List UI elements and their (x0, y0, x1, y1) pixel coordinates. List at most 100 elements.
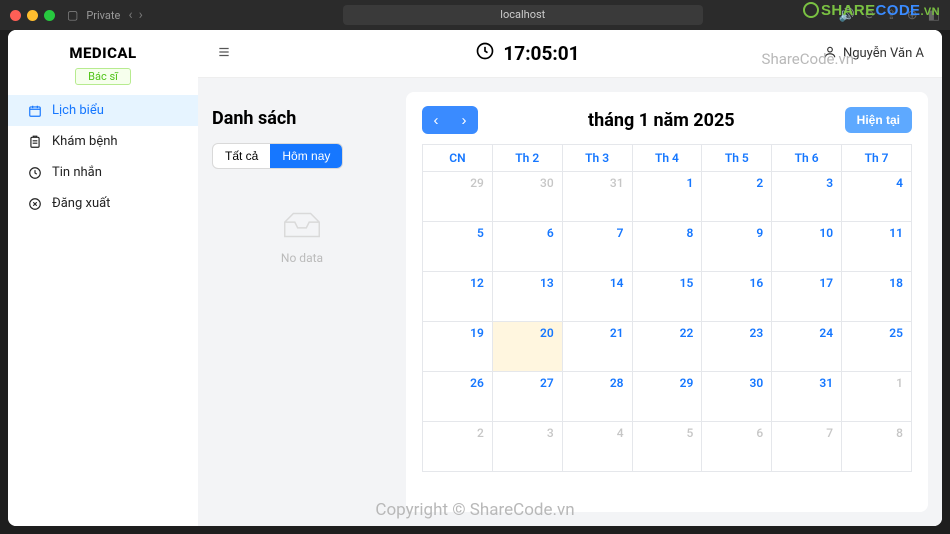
today-button[interactable]: Hiện tại (845, 107, 912, 133)
app-window: MEDICAL Bác sĩ Lịch biểu Khám bệnh Tin n… (8, 30, 942, 526)
sharecode-logo: SHARECODE.VN (803, 2, 940, 19)
clock-time: 17:05:01 (503, 42, 579, 65)
month-title: tháng 1 năm 2025 (478, 110, 845, 131)
calendar-day[interactable]: 17 (772, 272, 842, 322)
clock-icon (475, 41, 495, 66)
calendar-day[interactable]: 29 (423, 172, 493, 222)
calendar-day[interactable]: 4 (562, 422, 632, 472)
calendar-day[interactable]: 23 (702, 322, 772, 372)
calendar-grid: CNTh 2Th 3Th 4Th 5Th 6Th 7 2930311234567… (422, 144, 912, 472)
list-pane: Danh sách Tất cả Hôm nay No data (212, 92, 392, 512)
calendar-day[interactable]: 7 (562, 222, 632, 272)
calendar-day[interactable]: 11 (842, 222, 912, 272)
main-area: 17:05:01 Nguyễn Văn A Danh sách Tất cả H… (198, 30, 942, 526)
calendar-day[interactable]: 26 (423, 372, 493, 422)
calendar-day[interactable]: 2 (702, 172, 772, 222)
calendar-day[interactable]: 30 (492, 172, 562, 222)
calendar-dow: Th 2 (492, 145, 562, 172)
sidebar-item-messages[interactable]: Tin nhắn (8, 157, 198, 188)
sidebar-item-exam[interactable]: Khám bệnh (8, 126, 198, 157)
calendar-day[interactable]: 28 (562, 372, 632, 422)
calendar-dow: Th 6 (772, 145, 842, 172)
sidebar-item-label: Đăng xuất (52, 196, 110, 211)
calendar-day[interactable]: 10 (772, 222, 842, 272)
message-icon (28, 166, 42, 180)
user-name: Nguyễn Văn A (843, 46, 924, 61)
topbar: 17:05:01 Nguyễn Văn A (198, 30, 942, 78)
calendar-day[interactable]: 27 (492, 372, 562, 422)
back-icon[interactable]: ‹ (128, 7, 132, 23)
calendar-day[interactable]: 31 (562, 172, 632, 222)
calendar-dow: Th 4 (632, 145, 702, 172)
calendar-day[interactable]: 12 (423, 272, 493, 322)
sidebar-item-schedule[interactable]: Lịch biểu (8, 95, 198, 126)
empty-icon (279, 209, 325, 241)
calendar-dow: Th 5 (702, 145, 772, 172)
menu-toggle-icon[interactable] (216, 45, 232, 63)
calendar-dow: Th 3 (562, 145, 632, 172)
filter-all-button[interactable]: Tất cả (213, 144, 270, 168)
calendar-day[interactable]: 6 (492, 222, 562, 272)
sidebar-item-logout[interactable]: Đăng xuất (8, 188, 198, 219)
forward-icon[interactable]: › (139, 7, 143, 23)
list-title: Danh sách (212, 108, 392, 129)
sidebar-item-label: Lịch biểu (52, 103, 104, 118)
calendar-day[interactable]: 21 (562, 322, 632, 372)
calendar-day[interactable]: 13 (492, 272, 562, 322)
sidebar-toggle-icon[interactable]: ▢ (67, 8, 78, 22)
calendar-day[interactable]: 24 (772, 322, 842, 372)
calendar-day[interactable]: 3 (772, 172, 842, 222)
calendar-day[interactable]: 19 (423, 322, 493, 372)
logout-icon (28, 197, 42, 211)
calendar-day[interactable]: 15 (632, 272, 702, 322)
calendar-day[interactable]: 18 (842, 272, 912, 322)
calendar-day[interactable]: 25 (842, 322, 912, 372)
empty-text: No data (212, 251, 392, 265)
calendar-day[interactable]: 14 (562, 272, 632, 322)
calendar-day[interactable]: 8 (842, 422, 912, 472)
calendar-day[interactable]: 29 (632, 372, 702, 422)
calendar-day[interactable]: 1 (842, 372, 912, 422)
calendar-nav: ‹ › (422, 106, 478, 134)
calendar-header: ‹ › tháng 1 năm 2025 Hiện tại (422, 106, 912, 134)
calendar-icon (28, 104, 42, 118)
calendar-day[interactable]: 8 (632, 222, 702, 272)
minimize-window-icon[interactable] (27, 10, 38, 21)
next-month-button[interactable]: › (450, 106, 478, 134)
calendar-day[interactable]: 30 (702, 372, 772, 422)
user-icon (823, 45, 837, 63)
calendar-day[interactable]: 7 (772, 422, 842, 472)
calendar-dow: Th 7 (842, 145, 912, 172)
calendar-day[interactable]: 4 (842, 172, 912, 222)
empty-state: No data (212, 209, 392, 265)
sidebar-item-label: Tin nhắn (52, 165, 102, 180)
user-menu[interactable]: Nguyễn Văn A (823, 45, 924, 63)
calendar-day[interactable]: 6 (702, 422, 772, 472)
brand-title: MEDICAL (8, 44, 198, 62)
calendar-day[interactable]: 1 (632, 172, 702, 222)
clipboard-icon (28, 135, 42, 149)
calendar-day[interactable]: 5 (423, 222, 493, 272)
calendar-day[interactable]: 31 (772, 372, 842, 422)
role-badge: Bác sĩ (75, 68, 131, 85)
calendar-card: ‹ › tháng 1 năm 2025 Hiện tại CNTh 2Th 3… (406, 92, 928, 512)
maximize-window-icon[interactable] (44, 10, 55, 21)
content: Danh sách Tất cả Hôm nay No data (198, 78, 942, 526)
clock: 17:05:01 (475, 41, 579, 66)
private-label: Private (86, 9, 120, 22)
calendar-day[interactable]: 9 (702, 222, 772, 272)
window-controls (10, 10, 55, 21)
calendar-day[interactable]: 20 (492, 322, 562, 372)
list-filter-segment: Tất cả Hôm nay (212, 143, 343, 169)
prev-month-button[interactable]: ‹ (422, 106, 450, 134)
calendar-day[interactable]: 22 (632, 322, 702, 372)
filter-today-button[interactable]: Hôm nay (270, 144, 342, 168)
close-window-icon[interactable] (10, 10, 21, 21)
calendar-day[interactable]: 16 (702, 272, 772, 322)
address-bar[interactable]: localhost (343, 5, 703, 25)
calendar-day[interactable]: 2 (423, 422, 493, 472)
sidebar-item-label: Khám bệnh (52, 134, 118, 149)
calendar-day[interactable]: 5 (632, 422, 702, 472)
calendar-day[interactable]: 3 (492, 422, 562, 472)
sidebar: MEDICAL Bác sĩ Lịch biểu Khám bệnh Tin n… (8, 30, 198, 526)
